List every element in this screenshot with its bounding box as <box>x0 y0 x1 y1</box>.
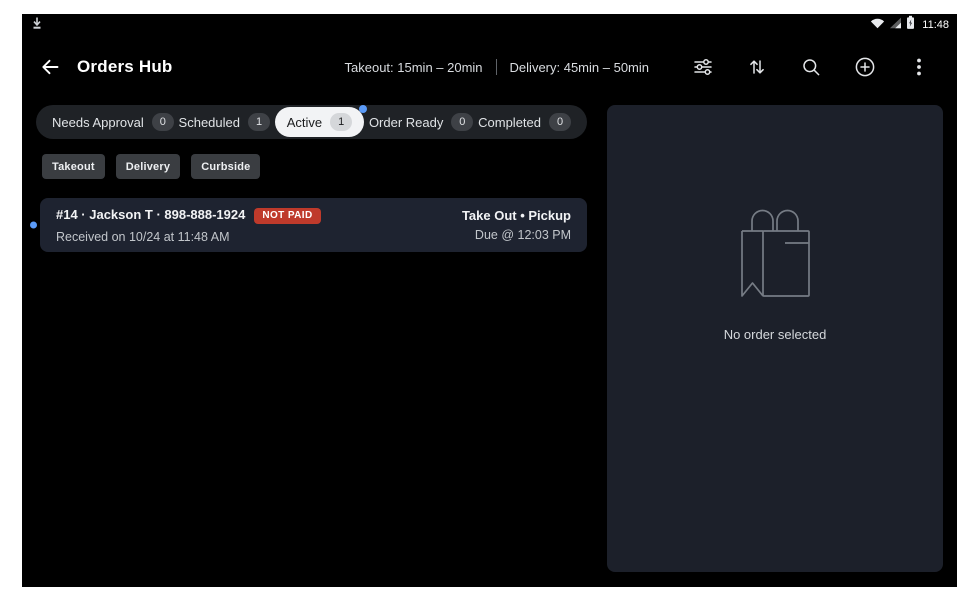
unread-order-dot <box>30 222 37 229</box>
order-title: #14 · Jackson T · 898-888-1924 <box>56 207 245 222</box>
delivery-eta: Delivery: 45min – 50min <box>510 60 649 75</box>
tab-label: Scheduled <box>179 115 240 130</box>
main-content: Needs Approval 0 Scheduled 1 Active 1 Or… <box>22 105 957 572</box>
tab-order-ready[interactable]: Order Ready 0 <box>369 105 473 139</box>
app-bar: Orders Hub Takeout: 15min – 20min Delive… <box>22 42 957 92</box>
order-type-filters: Takeout Delivery Curbside <box>42 154 587 179</box>
takeout-eta: Takeout: 15min – 20min <box>345 60 483 75</box>
back-button[interactable] <box>36 53 64 81</box>
tab-needs-approval[interactable]: Needs Approval 0 <box>52 105 174 139</box>
tab-count-badge: 0 <box>451 113 473 131</box>
prep-time-summary: Takeout: 15min – 20min Delivery: 45min –… <box>345 59 649 75</box>
cellular-signal-icon <box>889 16 902 34</box>
add-order-icon[interactable] <box>845 47 885 87</box>
tab-active[interactable]: Active 1 <box>275 107 364 137</box>
sort-icon[interactable] <box>737 47 777 87</box>
empty-state-message: No order selected <box>724 327 827 342</box>
order-type: Take Out • Pickup <box>462 208 571 223</box>
filter-chip-curbside[interactable]: Curbside <box>191 154 260 179</box>
tab-count-badge: 1 <box>248 113 270 131</box>
download-icon <box>30 16 44 35</box>
wifi-icon <box>870 16 885 34</box>
tab-count-badge: 0 <box>152 113 174 131</box>
battery-charging-icon <box>906 15 915 35</box>
order-fulfillment: Take Out • Pickup Due @ 12:03 PM <box>462 208 571 242</box>
search-icon[interactable] <box>791 47 831 87</box>
app-bar-actions <box>683 47 939 87</box>
tab-label: Completed <box>478 115 541 130</box>
filter-chip-delivery[interactable]: Delivery <box>116 154 180 179</box>
filter-sliders-icon[interactable] <box>683 47 723 87</box>
shopping-bag-icon <box>739 209 811 306</box>
tab-completed[interactable]: Completed 0 <box>478 105 571 139</box>
filter-chip-takeout[interactable]: Takeout <box>42 154 105 179</box>
order-status-tab-bar: Needs Approval 0 Scheduled 1 Active 1 Or… <box>36 105 587 139</box>
order-summary: #14 · Jackson T · 898-888-1924 NOT PAID R… <box>56 206 321 244</box>
tab-label: Order Ready <box>369 115 443 130</box>
tab-count-badge: 0 <box>549 113 571 131</box>
order-list: #14 · Jackson T · 898-888-1924 NOT PAID R… <box>36 198 587 252</box>
tablet-screen: 11:48 Orders Hub Takeout: 15min – 20min … <box>22 14 957 587</box>
order-row[interactable]: #14 · Jackson T · 898-888-1924 NOT PAID R… <box>40 198 587 252</box>
status-bar: 11:48 <box>22 14 957 34</box>
tab-scheduled[interactable]: Scheduled 1 <box>179 105 270 139</box>
notification-dot <box>359 105 367 113</box>
status-time: 11:48 <box>922 19 949 31</box>
not-paid-badge: NOT PAID <box>254 208 320 224</box>
overflow-menu-icon[interactable] <box>899 47 939 87</box>
page-title: Orders Hub <box>77 57 173 77</box>
tab-count-badge: 1 <box>330 113 352 131</box>
order-due-time: Due @ 12:03 PM <box>462 228 571 242</box>
eta-divider <box>496 59 497 75</box>
orders-list-column: Needs Approval 0 Scheduled 1 Active 1 Or… <box>36 105 587 252</box>
order-detail-panel: No order selected <box>607 105 943 572</box>
tab-label: Needs Approval <box>52 115 144 130</box>
order-received-time: Received on 10/24 at 11:48 AM <box>56 230 321 244</box>
tab-label: Active <box>287 115 322 130</box>
